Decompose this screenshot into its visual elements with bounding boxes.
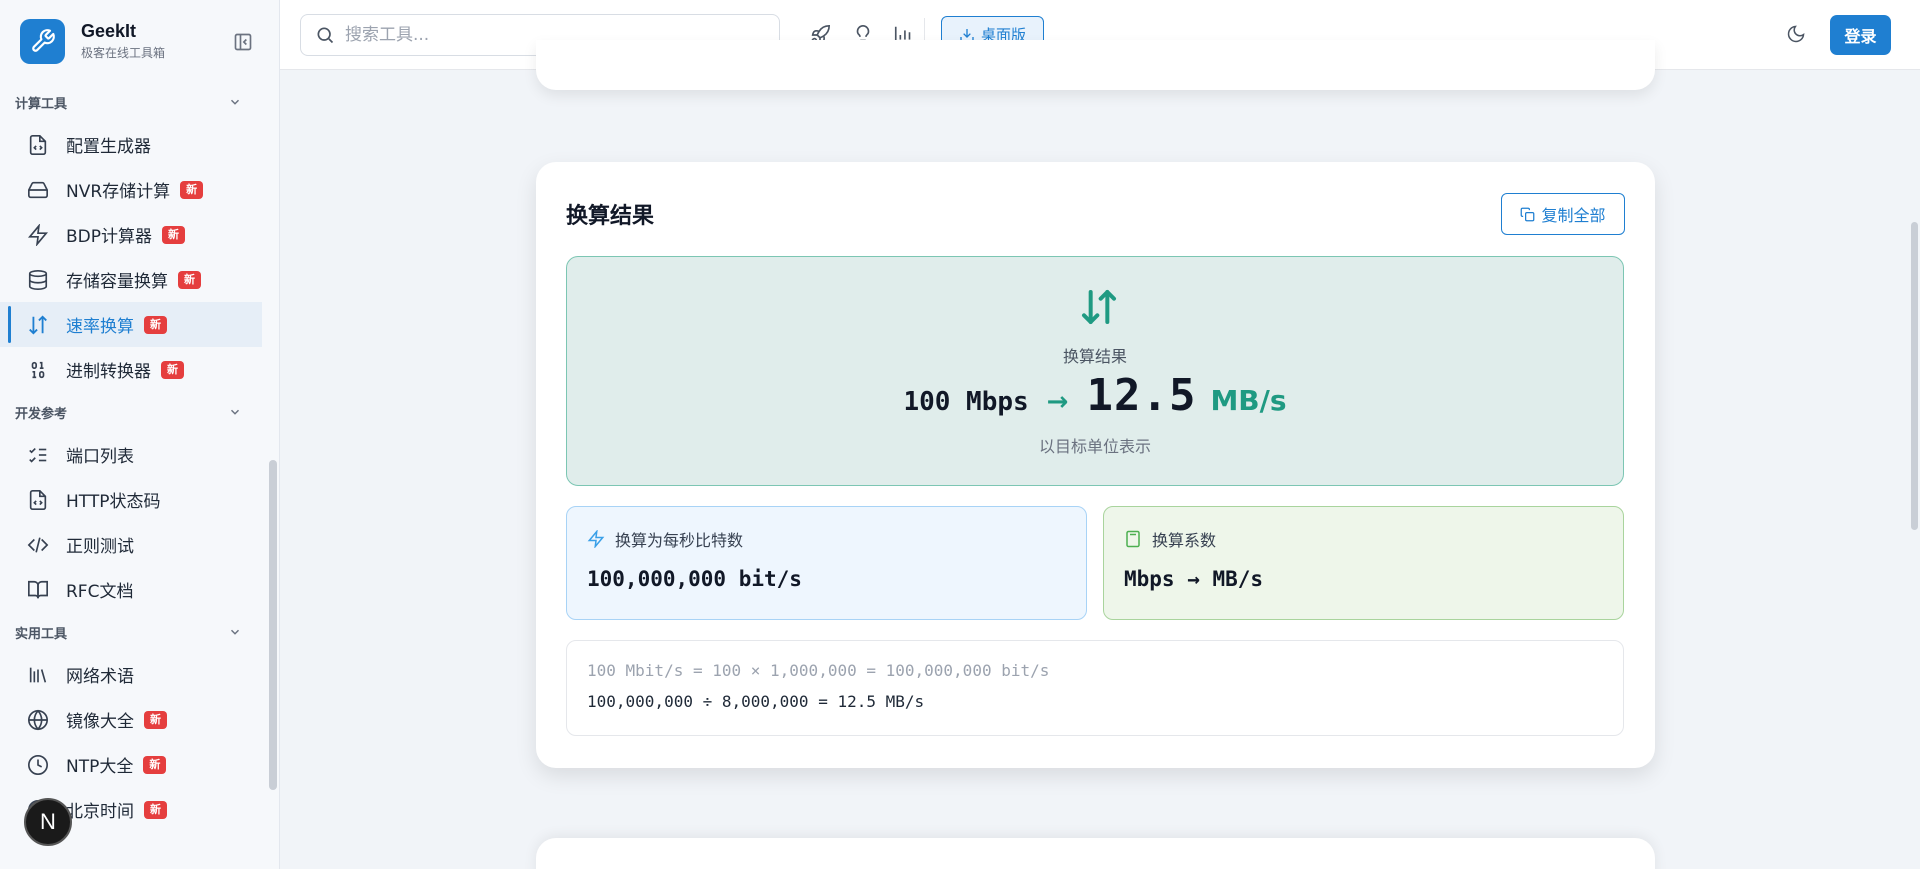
sidebar-item-nvr-storage[interactable]: NVR存储计算 新 (0, 167, 262, 212)
zap-icon (587, 530, 605, 548)
moon-icon[interactable] (1786, 24, 1808, 46)
bits-box-value: 100,000,000 bit/s (587, 567, 802, 591)
section-header-calc[interactable]: 计算工具 (0, 82, 270, 122)
file-code-icon (26, 133, 50, 157)
chevron-down-icon (230, 409, 240, 415)
chevron-down-icon (230, 629, 240, 635)
library-icon (26, 663, 50, 687)
previous-card (536, 40, 1655, 90)
arrow-right-icon: → (1046, 387, 1069, 417)
sidebar-collapse-icon[interactable] (233, 32, 253, 52)
list-checks-icon (26, 443, 50, 467)
next-card (536, 838, 1655, 869)
brand-name: GeekIt (81, 21, 137, 41)
calculator-icon (1126, 530, 1140, 548)
clock-icon (26, 753, 50, 777)
section-header-utils[interactable]: 实用工具 (0, 612, 270, 652)
code-icon (26, 533, 50, 557)
sidebar-item-label: 进制转换器 (66, 362, 151, 382)
sidebar-nav: 计算工具 配置生成器 NVR存储计算 新 BDP计算器 新 存储容量换算 新 速… (0, 82, 270, 832)
sidebar-item-ntp[interactable]: NTP大全 新 (0, 742, 262, 787)
bits-box-title: 换算为每秒比特数 (615, 531, 744, 550)
sidebar-item-bdp[interactable]: BDP计算器 新 (0, 212, 262, 257)
new-badge: 新 (178, 270, 201, 289)
sidebar-scrollbar[interactable] (269, 460, 277, 790)
sidebar-item-label: 速率换算 (66, 317, 134, 337)
sidebar-item-label: 镜像大全 (66, 712, 134, 732)
new-badge: 新 (144, 800, 167, 819)
book-open-icon (26, 578, 50, 602)
hard-drive-icon (26, 178, 50, 202)
factor-box-title: 换算系数 (1152, 531, 1217, 550)
source-value: 100 Mbps (903, 387, 1029, 417)
sidebar-item-label: 端口列表 (66, 447, 134, 467)
page-scrollbar-thumb[interactable] (1911, 222, 1918, 530)
sidebar-item-http-status[interactable]: HTTP状态码 (0, 477, 262, 522)
zap-icon (26, 223, 50, 247)
new-badge: 新 (161, 360, 184, 379)
sidebar-item-port-list[interactable]: 端口列表 (0, 432, 262, 477)
sidebar-item-mirrors[interactable]: 镜像大全 新 (0, 697, 262, 742)
sidebar-item-network-terms[interactable]: 网络术语 (0, 652, 262, 697)
sidebar-item-label: RFC文档 (66, 582, 134, 602)
result-label: 换算结果 (1062, 347, 1127, 366)
result-line: 100 Mbps → 12.5 MB/s (567, 370, 1623, 421)
binary-icon (26, 358, 50, 382)
sidebar-item-storage-capacity[interactable]: 存储容量换算 新 (0, 257, 262, 302)
section-header-dev[interactable]: 开发参考 (0, 392, 270, 432)
search-icon (317, 27, 334, 44)
section-title: 实用工具 (15, 626, 68, 642)
conversion-factor-box: 换算系数 Mbps → MB/s (1103, 506, 1624, 620)
new-badge: 新 (162, 225, 186, 244)
sidebar-item-label: NVR存储计算 (66, 182, 171, 202)
new-badge: 新 (180, 180, 204, 199)
result-panel: 换算结果 100 Mbps → 12.5 MB/s 以目标单位表示 (566, 256, 1624, 486)
file-code-icon (26, 488, 50, 512)
brand-subtitle: 极客在线工具箱 (81, 46, 166, 60)
database-icon (26, 268, 50, 292)
copy-all-label: 复制全部 (1541, 206, 1606, 225)
card-title: 换算结果 (566, 204, 655, 229)
new-badge: 新 (144, 710, 167, 729)
sidebar-item-label: HTTP状态码 (66, 492, 161, 512)
new-badge: 新 (144, 315, 167, 334)
sidebar-item-label: BDP计算器 (66, 227, 153, 247)
new-badge: 新 (143, 755, 167, 774)
sidebar-item-regex-test[interactable]: 正则测试 (0, 522, 262, 567)
sidebar-item-config-generator[interactable]: 配置生成器 (0, 122, 262, 167)
sidebar-item-label: 北京时间 (66, 802, 134, 822)
formula-line-2: 100,000,000 ÷ 8,000,000 = 12.5 MB/s (587, 692, 925, 711)
sidebar-item-rfc-docs[interactable]: RFC文档 (0, 567, 262, 612)
globe-icon (26, 708, 50, 732)
formula-line-1: 100 Mbit/s = 100 × 1,000,000 = 100,000,0… (587, 661, 1050, 680)
formula-box: 100 Mbit/s = 100 × 1,000,000 = 100,000,0… (566, 640, 1624, 736)
page-scrollbar[interactable] (1909, 70, 1920, 869)
section-title: 计算工具 (15, 96, 68, 112)
sidebar-item-base-converter[interactable]: 进制转换器 新 (0, 347, 262, 392)
conversion-result-card: 换算结果 复制全部 换算结果 100 Mbps → 12.5 MB/s 以目标单… (536, 162, 1655, 768)
arrow-down-up-icon (1082, 290, 1116, 324)
sidebar-item-label: 网络术语 (66, 667, 134, 687)
copy-icon (1521, 207, 1535, 221)
sidebar-item-label: 存储容量换算 (66, 272, 168, 292)
arrow-up-down-icon (26, 313, 50, 337)
sidebar-item-label: NTP大全 (66, 757, 134, 777)
sidebar: GeekIt 极客在线工具箱 计算工具 配置生成器 NVR存储计算 新 BDP计… (0, 0, 280, 869)
floating-action-button[interactable]: N (24, 798, 72, 846)
result-number: 12.5 (1086, 370, 1197, 421)
factor-box-value: Mbps → MB/s (1124, 567, 1264, 591)
wrench-logo-icon (20, 18, 65, 64)
bits-per-second-box: 换算为每秒比特数 100,000,000 bit/s (566, 506, 1087, 620)
section-title: 开发参考 (15, 406, 68, 422)
result-unit: MB/s (1210, 384, 1287, 417)
copy-all-button[interactable]: 复制全部 (1501, 193, 1625, 235)
sidebar-item-rate-conversion[interactable]: 速率换算 新 (0, 302, 262, 347)
chevron-down-icon (230, 99, 240, 105)
sidebar-item-label: 配置生成器 (66, 137, 151, 157)
sidebar-item-label: 正则测试 (66, 537, 134, 557)
login-button[interactable]: 登录 (1830, 15, 1891, 55)
result-note: 以目标单位表示 (1038, 437, 1151, 456)
